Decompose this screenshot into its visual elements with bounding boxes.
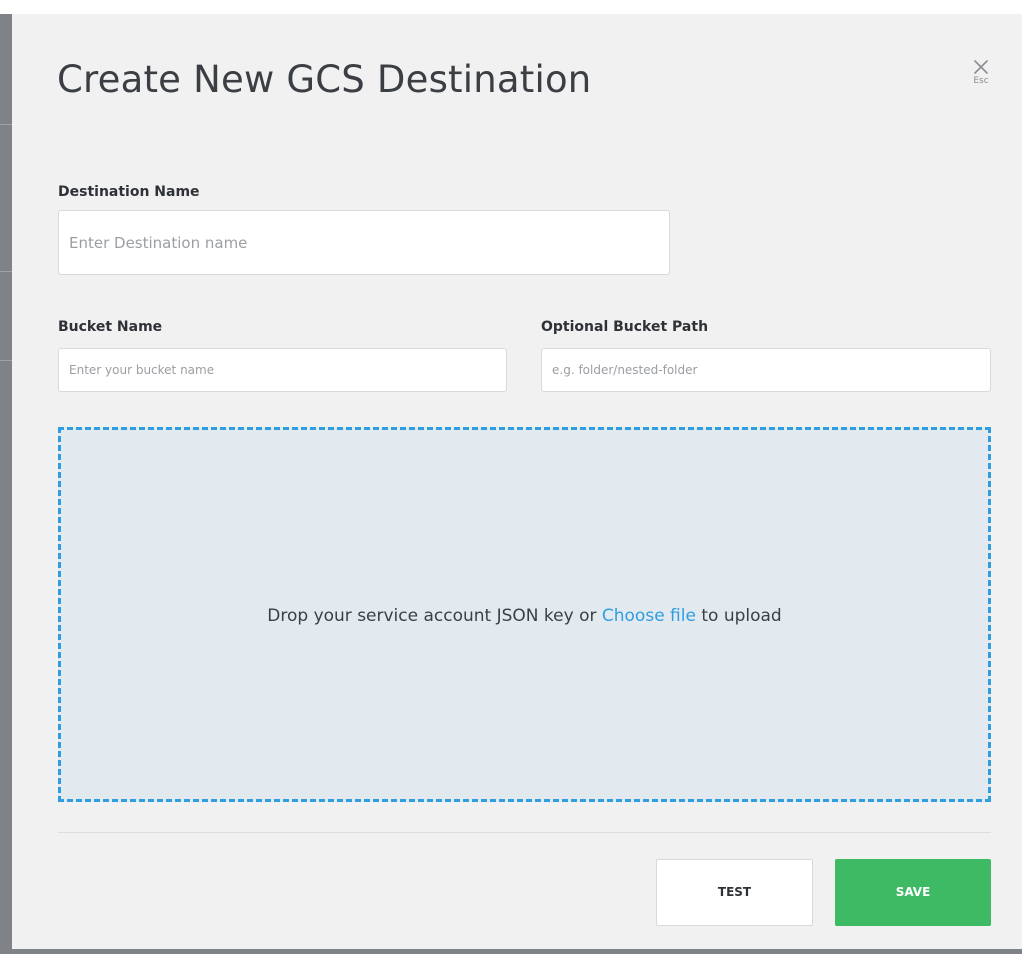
modal-title: Create New GCS Destination (57, 58, 592, 101)
page: Create New GCS Destination Esc Destinati… (0, 0, 1022, 954)
backdrop-divider (0, 271, 12, 272)
bucket-path-input[interactable] (541, 348, 991, 392)
test-button[interactable]: TEST (656, 859, 813, 926)
footer-divider (58, 832, 991, 833)
backdrop-divider (0, 360, 12, 361)
create-destination-modal: Create New GCS Destination Esc Destinati… (12, 14, 1022, 949)
choose-file-link[interactable]: Choose file (602, 606, 696, 626)
destination-name-input[interactable] (58, 210, 670, 275)
bucket-path-label: Optional Bucket Path (541, 319, 709, 335)
dropzone-instructions: Drop your service account JSON key or Ch… (61, 606, 988, 626)
destination-name-label: Destination Name (58, 184, 200, 200)
close-icon[interactable] (974, 60, 988, 74)
json-key-dropzone[interactable]: Drop your service account JSON key or Ch… (58, 427, 991, 802)
bucket-name-label: Bucket Name (58, 319, 163, 335)
bucket-name-input[interactable] (58, 348, 507, 392)
save-button[interactable]: SAVE (835, 859, 991, 926)
dropzone-text-before: Drop your service account JSON key or (267, 606, 602, 626)
backdrop-divider (0, 124, 12, 125)
dropzone-text-after: to upload (695, 606, 782, 626)
close-shortcut-hint: Esc (973, 76, 989, 86)
close-button[interactable]: Esc (966, 56, 996, 98)
